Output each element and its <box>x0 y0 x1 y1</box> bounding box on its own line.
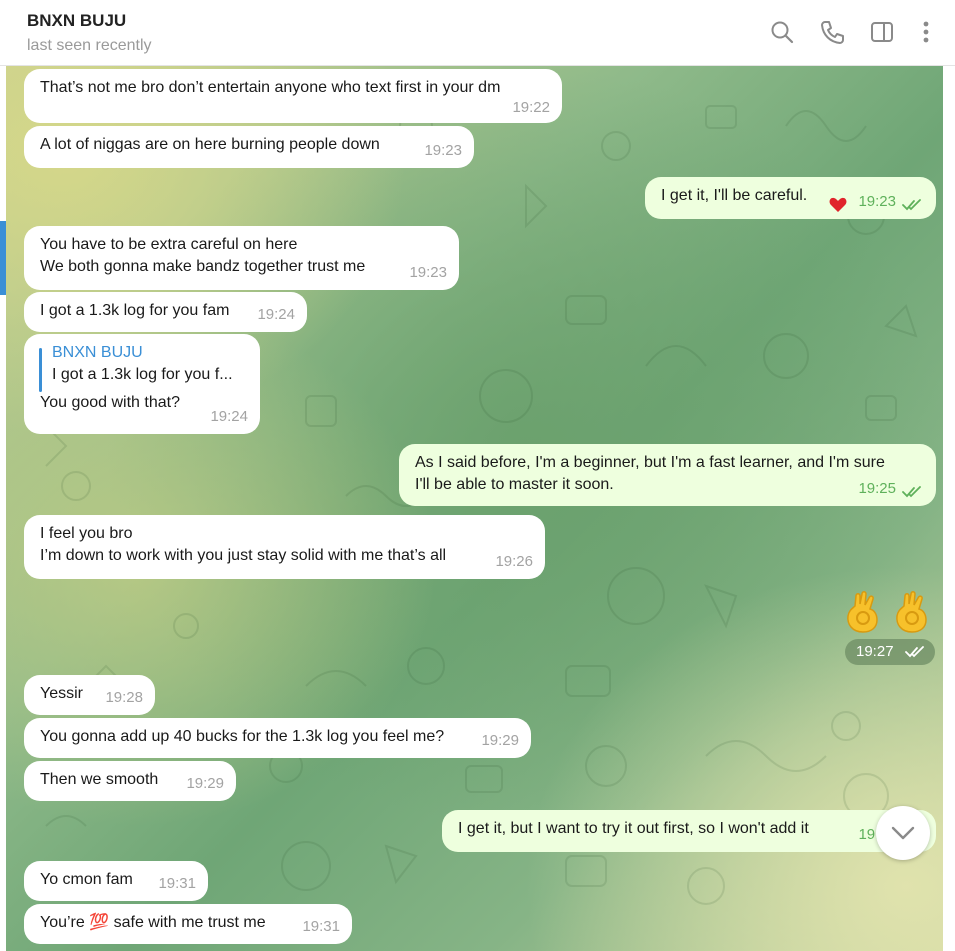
message-text-part: safe with me trust me <box>113 914 266 931</box>
message-time: 19:28 <box>105 689 143 706</box>
read-receipt-icon <box>902 486 921 498</box>
contact-name[interactable]: BNXN BUJU <box>27 11 126 31</box>
message-text-part: You’re <box>40 914 85 931</box>
reply-quoted-text[interactable]: I got a 1.3k log for you f... <box>52 364 244 386</box>
message-time: 19:31 <box>158 875 196 892</box>
message-text: I feel you bro I’m down to work with you… <box>40 525 447 564</box>
message-incoming[interactable]: Yessir 19:28 <box>24 675 155 715</box>
last-seen-status: last seen recently <box>27 37 152 54</box>
reply-sender-name[interactable]: BNXN BUJU <box>52 342 244 364</box>
search-icon[interactable] <box>769 19 795 45</box>
read-receipt-icon <box>902 199 921 211</box>
ok-hand-emoji[interactable] <box>843 590 883 634</box>
message-text: A lot of niggas are on here burning peop… <box>40 136 380 153</box>
message-time: 19:26 <box>495 553 533 570</box>
message-incoming[interactable]: You gonna add up 40 bucks for the 1.3k l… <box>24 718 531 758</box>
message-text: That’s not me bro don’t entertain anyone… <box>40 79 501 96</box>
message-incoming[interactable]: Yo cmon fam 19:31 <box>24 861 208 901</box>
reply-quote-bar <box>39 348 42 392</box>
message-incoming[interactable]: I got a 1.3k log for you fam 19:24 <box>24 292 307 332</box>
message-incoming[interactable]: Then we smooth 19:29 <box>24 761 236 801</box>
message-time: 19:23 <box>858 193 896 210</box>
phone-icon[interactable] <box>819 19 845 45</box>
chat-header: BNXN BUJU last seen recently <box>0 0 955 66</box>
left-edge <box>0 66 6 951</box>
message-text: You gonna add up 40 bucks for the 1.3k l… <box>40 728 445 745</box>
message-time: 19:24 <box>257 306 295 323</box>
message-outgoing[interactable]: As I said before, I'm a beginner, but I'… <box>399 444 936 506</box>
chevron-down-icon <box>891 826 915 840</box>
sticker-timestamp: 19:27 <box>845 639 935 665</box>
message-time: 19:23 <box>409 264 447 281</box>
message-time: 19:22 <box>512 99 550 116</box>
message-outgoing[interactable]: I get it, but I want to try it out first… <box>442 810 936 852</box>
message-incoming[interactable]: A lot of niggas are on here burning peop… <box>24 126 474 168</box>
message-time: 19:27 <box>856 643 894 660</box>
message-outgoing[interactable]: I get it, I'll be careful. 19:23 <box>645 177 936 219</box>
read-receipt-icon <box>905 646 924 658</box>
message-text: I get it, but I want to try it out first… <box>458 820 809 837</box>
message-reply-incoming[interactable]: BNXN BUJU I got a 1.3k log for you f... … <box>24 334 260 434</box>
scroll-to-bottom-button[interactable] <box>876 806 930 860</box>
more-vertical-icon[interactable] <box>913 19 939 45</box>
message-time: 19:31 <box>302 918 340 935</box>
message-incoming[interactable]: I feel you bro I’m down to work with you… <box>24 515 545 579</box>
sidebar-toggle-icon[interactable] <box>869 19 895 45</box>
message-incoming[interactable]: That’s not me bro don’t entertain anyone… <box>24 69 562 123</box>
message-time: 19:23 <box>424 142 462 159</box>
message-time: 19:24 <box>210 408 248 425</box>
hundred-points-emoji: 💯 <box>89 914 110 931</box>
message-time: 19:29 <box>186 775 224 792</box>
message-incoming[interactable]: You have to be extra careful on here We … <box>24 226 459 290</box>
message-text: You’re 💯 safe with me trust me <box>40 912 336 934</box>
message-time: 19:29 <box>481 732 519 749</box>
heart-reaction-icon[interactable] <box>829 197 847 213</box>
message-time: 19:25 <box>858 480 896 497</box>
message-text: As I said before, I'm a beginner, but I'… <box>415 454 885 493</box>
right-edge <box>943 66 955 951</box>
message-text: You have to be extra careful on here We … <box>40 236 366 275</box>
ok-hand-emoji[interactable] <box>892 590 932 634</box>
message-text: I got a 1.3k log for you fam <box>40 302 230 319</box>
message-incoming[interactable]: You’re 💯 safe with me trust me 19:31 <box>24 904 352 944</box>
active-chat-indicator <box>0 221 6 295</box>
